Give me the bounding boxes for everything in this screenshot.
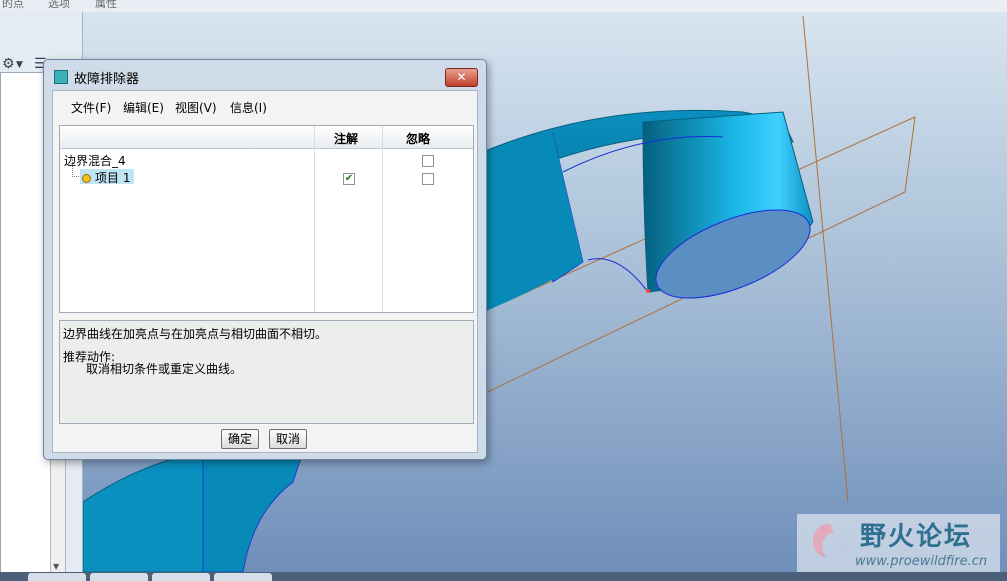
dialog-title: 故障排除器	[74, 72, 140, 87]
issue-tree: 注解 忽略 边界混合_4 项目 1 ✔	[59, 125, 474, 313]
taskbar-item[interactable]	[90, 573, 148, 581]
column-header-ignore[interactable]: 忽略	[406, 130, 430, 147]
ok-button[interactable]: 确定	[221, 429, 259, 449]
tree-item-selected[interactable]: 项目 1	[80, 169, 135, 185]
taskbar-item[interactable]	[28, 573, 86, 581]
note-checkbox[interactable]: ✔	[343, 173, 355, 185]
menu-file[interactable]: 文件(F)	[71, 99, 111, 116]
top-menu-item[interactable]: 选项	[48, 0, 70, 11]
column-header-note[interactable]: 注解	[334, 130, 358, 147]
taskbar-item[interactable]	[214, 573, 272, 581]
dialog-body: 文件(F) 编辑(E) 视图(V) 信息(I) 注解 忽略 边界混合_4 项目 …	[52, 90, 478, 453]
taskbar	[0, 572, 1007, 581]
message-line: 取消相切条件或重定义曲线。	[86, 362, 243, 376]
cancel-button[interactable]: 取消	[269, 429, 307, 449]
message-line: 边界曲线在加亮点与在加亮点与相切曲面不相切。	[63, 327, 328, 341]
ring-face-lower	[202, 451, 304, 572]
ignore-checkbox[interactable]	[422, 173, 434, 185]
menu-view[interactable]: 视图(V)	[175, 99, 217, 116]
message-area: 边界曲线在加亮点与在加亮点与相切曲面不相切。 推荐动作: 取消相切条件或重定义曲…	[59, 320, 474, 424]
troubleshooter-dialog: 故障排除器 ✕ 文件(F) 编辑(E) 视图(V) 信息(I) 注解 忽略 边界…	[43, 59, 487, 460]
tree-row-label: 项目 1	[95, 171, 131, 185]
top-menu-item[interactable]: 的点	[2, 0, 24, 11]
ignore-checkbox[interactable]	[422, 155, 434, 167]
menu-info[interactable]: 信息(I)	[230, 99, 267, 116]
warning-dot-icon	[82, 174, 91, 183]
watermark-url: www.proewildfire.cn	[855, 554, 988, 569]
tree-header: 注解 忽略	[60, 126, 473, 149]
menu-edit[interactable]: 编辑(E)	[123, 99, 164, 116]
dialog-menubar: 文件(F) 编辑(E) 视图(V) 信息(I)	[53, 91, 477, 121]
taskbar-item[interactable]	[152, 573, 210, 581]
top-menu-item[interactable]: 属性	[95, 0, 117, 11]
scroll-down-icon[interactable]: ▼	[53, 562, 59, 571]
close-button[interactable]: ✕	[445, 68, 478, 87]
forum-watermark: 野火论坛 www.proewildfire.cn	[797, 514, 1000, 574]
highlight-point	[646, 289, 650, 293]
forum-logo-icon	[812, 524, 846, 564]
column-divider	[382, 126, 383, 312]
column-divider	[314, 126, 315, 312]
boundary-curve	[587, 258, 649, 293]
dialog-titlebar[interactable]: 故障排除器 ✕	[44, 60, 486, 90]
app-icon	[54, 70, 68, 84]
watermark-title: 野火论坛	[860, 522, 973, 552]
